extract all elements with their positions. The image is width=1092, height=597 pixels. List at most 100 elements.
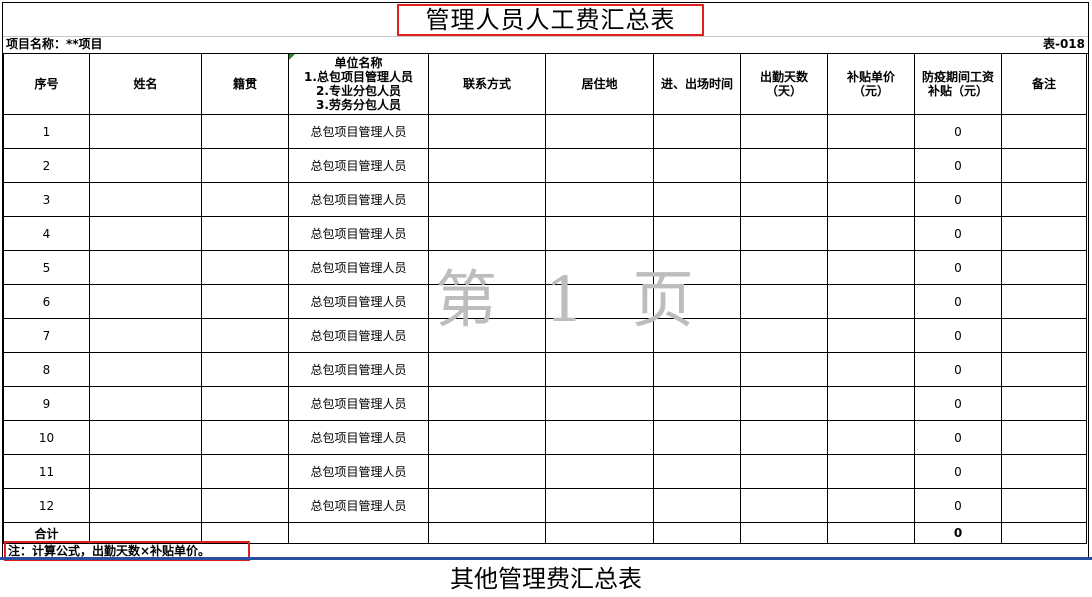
row-remark[interactable] xyxy=(1001,284,1087,319)
row-unit-price[interactable] xyxy=(827,114,915,149)
row-days[interactable] xyxy=(740,318,828,353)
row-remark[interactable] xyxy=(1001,488,1087,523)
row-seq[interactable]: 4 xyxy=(3,216,90,251)
header-name[interactable]: 姓名 xyxy=(89,53,202,115)
row-residence[interactable] xyxy=(545,352,654,387)
header-in-out-time[interactable]: 进、出场时间 xyxy=(653,53,741,115)
row-residence[interactable] xyxy=(545,284,654,319)
row-seq[interactable]: 5 xyxy=(3,250,90,285)
row-unit[interactable]: 总包项目管理人员 xyxy=(288,318,429,353)
row-residence[interactable] xyxy=(545,454,654,489)
row-unit-price[interactable] xyxy=(827,182,915,217)
header-remark[interactable]: 备注 xyxy=(1001,53,1087,115)
row-days[interactable] xyxy=(740,250,828,285)
row-subsidy[interactable]: 0 xyxy=(914,182,1002,217)
row-seq[interactable]: 11 xyxy=(3,454,90,489)
header-contact[interactable]: 联系方式 xyxy=(428,53,546,115)
row-unit[interactable]: 总包项目管理人员 xyxy=(288,386,429,421)
row-subsidy[interactable]: 0 xyxy=(914,284,1002,319)
row-in-out-time[interactable] xyxy=(653,114,741,149)
header-origin[interactable]: 籍贯 xyxy=(201,53,289,115)
row-name[interactable] xyxy=(89,182,202,217)
row-days[interactable] xyxy=(740,386,828,421)
row-unit-price[interactable] xyxy=(827,454,915,489)
row-subsidy[interactable]: 0 xyxy=(914,386,1002,421)
row-origin[interactable] xyxy=(201,488,289,523)
row-unit[interactable]: 总包项目管理人员 xyxy=(288,182,429,217)
header-days[interactable]: 出勤天数（天） xyxy=(740,53,828,115)
row-unit[interactable]: 总包项目管理人员 xyxy=(288,420,429,455)
row-days[interactable] xyxy=(740,148,828,183)
row-name[interactable] xyxy=(89,454,202,489)
row-origin[interactable] xyxy=(201,114,289,149)
row-name[interactable] xyxy=(89,352,202,387)
sheet-title[interactable]: 管理人员人工费汇总表 xyxy=(397,4,704,36)
row-subsidy[interactable]: 0 xyxy=(914,352,1002,387)
row-in-out-time[interactable] xyxy=(653,454,741,489)
row-residence[interactable] xyxy=(545,386,654,421)
row-origin[interactable] xyxy=(201,250,289,285)
row-contact[interactable] xyxy=(428,488,546,523)
row-unit-price[interactable] xyxy=(827,148,915,183)
row-seq[interactable]: 1 xyxy=(3,114,90,149)
row-in-out-time[interactable] xyxy=(653,352,741,387)
row-seq[interactable]: 12 xyxy=(3,488,90,523)
row-subsidy[interactable]: 0 xyxy=(914,488,1002,523)
row-unit[interactable]: 总包项目管理人员 xyxy=(288,284,429,319)
row-origin[interactable] xyxy=(201,454,289,489)
table-code-cell[interactable]: 表-018 xyxy=(1043,36,1085,53)
row-unit[interactable]: 总包项目管理人员 xyxy=(288,454,429,489)
row-residence[interactable] xyxy=(545,114,654,149)
row-unit[interactable]: 总包项目管理人员 xyxy=(288,488,429,523)
row-unit-price[interactable] xyxy=(827,352,915,387)
row-name[interactable] xyxy=(89,284,202,319)
row-seq[interactable]: 2 xyxy=(3,148,90,183)
row-residence[interactable] xyxy=(545,216,654,251)
row-subsidy[interactable]: 0 xyxy=(914,216,1002,251)
project-name-cell[interactable]: 项目名称：**项目 xyxy=(6,36,103,53)
row-origin[interactable] xyxy=(201,148,289,183)
row-origin[interactable] xyxy=(201,420,289,455)
row-in-out-time[interactable] xyxy=(653,250,741,285)
row-name[interactable] xyxy=(89,318,202,353)
row-days[interactable] xyxy=(740,216,828,251)
row-origin[interactable] xyxy=(201,182,289,217)
row-in-out-time[interactable] xyxy=(653,318,741,353)
row-unit[interactable]: 总包项目管理人员 xyxy=(288,148,429,183)
row-origin[interactable] xyxy=(201,284,289,319)
row-name[interactable] xyxy=(89,114,202,149)
row-days[interactable] xyxy=(740,352,828,387)
row-remark[interactable] xyxy=(1001,250,1087,285)
row-contact[interactable] xyxy=(428,250,546,285)
row-remark[interactable] xyxy=(1001,114,1087,149)
row-contact[interactable] xyxy=(428,114,546,149)
header-residence[interactable]: 居住地 xyxy=(545,53,654,115)
row-remark[interactable] xyxy=(1001,318,1087,353)
header-subsidy[interactable]: 防疫期间工资补贴（元） xyxy=(914,53,1002,115)
header-seq[interactable]: 序号 xyxy=(3,53,90,115)
row-unit[interactable]: 总包项目管理人员 xyxy=(288,352,429,387)
row-remark[interactable] xyxy=(1001,148,1087,183)
row-remark[interactable] xyxy=(1001,182,1087,217)
row-unit[interactable]: 总包项目管理人员 xyxy=(288,250,429,285)
row-residence[interactable] xyxy=(545,250,654,285)
row-residence[interactable] xyxy=(545,182,654,217)
row-residence[interactable] xyxy=(545,488,654,523)
row-remark[interactable] xyxy=(1001,216,1087,251)
row-seq[interactable]: 6 xyxy=(3,284,90,319)
row-subsidy[interactable]: 0 xyxy=(914,148,1002,183)
row-contact[interactable] xyxy=(428,318,546,353)
row-contact[interactable] xyxy=(428,386,546,421)
next-sheet-title[interactable]: 其他管理费汇总表 xyxy=(0,564,1092,594)
row-name[interactable] xyxy=(89,250,202,285)
row-unit-price[interactable] xyxy=(827,386,915,421)
row-in-out-time[interactable] xyxy=(653,488,741,523)
row-in-out-time[interactable] xyxy=(653,420,741,455)
row-contact[interactable] xyxy=(428,148,546,183)
row-origin[interactable] xyxy=(201,216,289,251)
row-remark[interactable] xyxy=(1001,454,1087,489)
row-remark[interactable] xyxy=(1001,352,1087,387)
row-unit[interactable]: 总包项目管理人员 xyxy=(288,216,429,251)
row-seq[interactable]: 9 xyxy=(3,386,90,421)
row-name[interactable] xyxy=(89,148,202,183)
